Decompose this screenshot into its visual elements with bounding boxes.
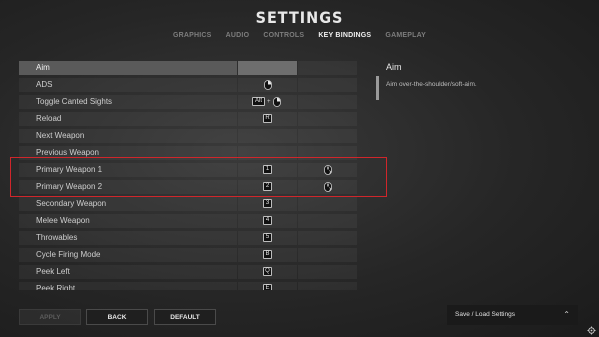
secondary-key-cell[interactable]	[298, 214, 357, 228]
key-cap: R	[263, 114, 272, 123]
binding-row-throwables[interactable]: Throwables 5	[19, 230, 373, 246]
description-title: Aim	[386, 62, 402, 72]
binding-label: Toggle Canted Sights	[36, 97, 113, 106]
secondary-key-cell[interactable]	[298, 282, 357, 290]
secondary-key-cell[interactable]	[298, 265, 357, 279]
binding-label: ADS	[36, 80, 53, 89]
key-cap: 5	[263, 233, 272, 242]
tab-graphics[interactable]: GRAPHICS	[173, 32, 212, 39]
binding-row-aim[interactable]: Aim	[19, 60, 373, 76]
secondary-key-cell[interactable]	[298, 197, 357, 211]
key-cap: B	[263, 250, 272, 259]
binding-row-next-weapon[interactable]: Next Weapon	[19, 128, 373, 144]
mouse-right-icon	[264, 80, 272, 90]
tab-controls[interactable]: CONTROLS	[263, 32, 304, 39]
settings-gear-icon[interactable]	[587, 326, 596, 335]
back-button[interactable]: BACK	[86, 309, 148, 325]
settings-tabs: GRAPHICS AUDIO CONTROLS KEY BINDINGS GAM…	[0, 32, 599, 39]
save-load-settings-button[interactable]: Save / Load Settings ⌃	[447, 305, 578, 325]
binding-label: Melee Weapon	[36, 216, 90, 225]
mouse-right-icon	[273, 97, 281, 107]
description-text: Aim over-the-shoulder/soft-aim.	[386, 81, 477, 88]
tab-key-bindings[interactable]: KEY BINDINGS	[318, 32, 371, 39]
binding-label: Next Weapon	[36, 131, 85, 140]
secondary-key-cell[interactable]	[298, 231, 357, 245]
binding-label: Cycle Firing Mode	[36, 250, 101, 259]
binding-row-ads[interactable]: ADS	[19, 77, 373, 93]
binding-row-secondary-weapon[interactable]: Secondary Weapon 3	[19, 196, 373, 212]
tab-audio[interactable]: AUDIO	[226, 32, 250, 39]
binding-name-cell	[19, 61, 237, 75]
secondary-key-cell[interactable]	[298, 95, 357, 109]
list-scrollbar[interactable]	[376, 76, 379, 100]
binding-label: Peek Right	[36, 284, 76, 290]
primary-key-cell[interactable]	[238, 129, 297, 143]
binding-row-melee-weapon[interactable]: Melee Weapon 4	[19, 213, 373, 229]
apply-button[interactable]: APPLY	[19, 309, 81, 325]
key-cap: 4	[263, 216, 272, 225]
secondary-key-cell[interactable]	[298, 248, 357, 262]
key-cap: 3	[263, 199, 272, 208]
binding-row-peek-right[interactable]: Peek Right E	[19, 281, 373, 290]
plus-icon: +	[267, 99, 271, 105]
binding-label: Secondary Weapon	[36, 199, 107, 208]
binding-label: Peek Left	[36, 267, 70, 276]
key-cap: E	[263, 284, 272, 290]
key-cap: Q	[263, 267, 272, 276]
page-title: SETTINGS	[255, 8, 344, 27]
alt-key: Alt	[252, 97, 265, 106]
binding-row-toggle-canted-sights[interactable]: Toggle Canted Sights Alt +	[19, 94, 373, 110]
highlight-box	[10, 157, 387, 197]
binding-label: Aim	[36, 63, 50, 72]
default-button[interactable]: DEFAULT	[154, 309, 216, 325]
primary-key-cell[interactable]	[238, 61, 297, 75]
tab-gameplay[interactable]: GAMEPLAY	[385, 32, 426, 39]
secondary-key-cell[interactable]	[298, 129, 357, 143]
binding-row-cycle-firing-mode[interactable]: Cycle Firing Mode B	[19, 247, 373, 263]
secondary-key-cell[interactable]	[298, 112, 357, 126]
save-load-label: Save / Load Settings	[455, 311, 515, 318]
secondary-key-cell[interactable]	[298, 61, 357, 75]
binding-row-reload[interactable]: Reload R	[19, 111, 373, 127]
binding-label: Reload	[36, 114, 62, 123]
binding-label: Throwables	[36, 233, 78, 242]
binding-row-peek-left[interactable]: Peek Left Q	[19, 264, 373, 280]
chevron-up-icon: ⌃	[563, 310, 570, 319]
secondary-key-cell[interactable]	[298, 78, 357, 92]
